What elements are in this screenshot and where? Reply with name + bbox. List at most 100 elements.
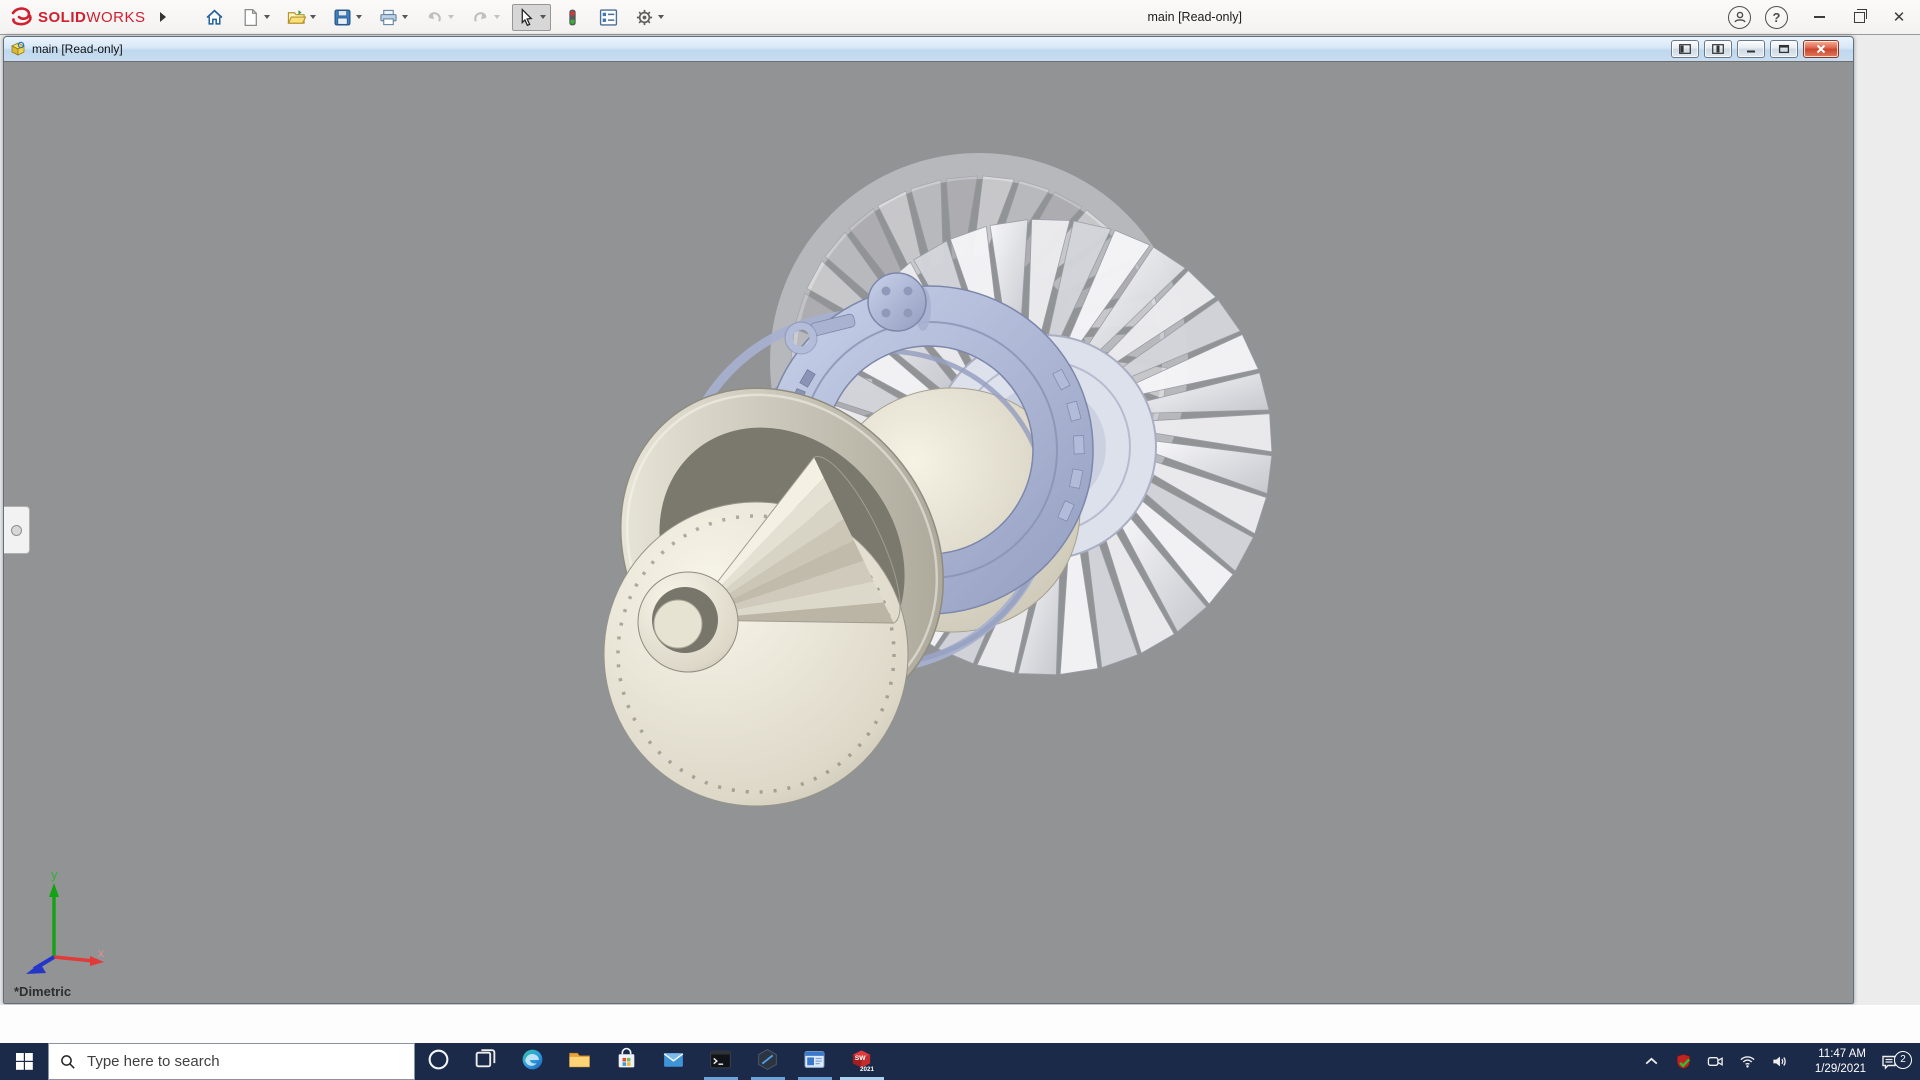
open-icon — [287, 8, 306, 27]
taskbar-blue-window-app-button[interactable] — [791, 1043, 838, 1080]
ds-logo-icon — [11, 7, 32, 26]
wifi-icon[interactable] — [1734, 1053, 1760, 1070]
help-icon: ? — [1772, 9, 1781, 25]
help-button[interactable]: ? — [1765, 5, 1788, 29]
meet-now-icon[interactable] — [1702, 1053, 1728, 1070]
display-settings-icon — [599, 8, 618, 27]
taskbar-cortana-button[interactable] — [415, 1043, 462, 1080]
document-restore-button[interactable] — [1770, 40, 1798, 58]
taskbar-spacer — [885, 1043, 1632, 1080]
taskbar-hexagon-app-button[interactable] — [744, 1043, 791, 1080]
taskbar-task-view-button[interactable] — [462, 1043, 509, 1080]
pane-right-icon — [1712, 44, 1724, 54]
windows-taskbar: SW 2021 11:47 AM 1/29/2021 2 — [0, 1043, 1920, 1080]
jet-engine-model — [603, 153, 1273, 807]
orientation-triad: y x — [26, 867, 104, 974]
taskbar-file-explorer-button[interactable] — [556, 1043, 603, 1080]
save-icon — [333, 8, 352, 27]
new-document-icon — [241, 8, 260, 27]
taskbar-apps: SW 2021 — [415, 1043, 885, 1080]
document-minimize-button[interactable] — [1737, 40, 1765, 58]
cortana-icon — [426, 1047, 451, 1077]
dropdown-arrow-icon[interactable] — [493, 15, 500, 19]
clock-date: 1/29/2021 — [1814, 1062, 1866, 1075]
open-button[interactable] — [282, 4, 321, 31]
dropdown-arrow-icon[interactable] — [263, 15, 270, 19]
display-settings-button[interactable] — [594, 4, 623, 31]
undo-icon — [425, 8, 444, 27]
dropdown-arrow-icon[interactable] — [355, 15, 362, 19]
document-window-controls — [1666, 40, 1847, 58]
edge-icon — [520, 1047, 545, 1077]
notification-badge: 2 — [1894, 1050, 1912, 1069]
graphics-viewport[interactable]: y x *Dimetric — [4, 61, 1853, 1003]
app-close-button[interactable]: ✕ — [1890, 8, 1908, 26]
options-button[interactable] — [630, 4, 669, 31]
featuremanager-collapsed-tab[interactable] — [4, 506, 30, 554]
tray-chevron-icon[interactable] — [1638, 1053, 1664, 1070]
windows-logo-icon — [15, 1053, 33, 1070]
file-explorer-icon — [567, 1047, 592, 1077]
document-close-icon — [1816, 44, 1826, 54]
blue-window-app-icon — [802, 1047, 827, 1077]
triad-y-label: y — [51, 867, 58, 882]
volume-icon[interactable] — [1766, 1053, 1792, 1070]
options-icon — [635, 8, 654, 27]
app-minimize-button[interactable] — [1810, 8, 1828, 26]
document-minimize-icon — [1747, 50, 1755, 53]
taskbar-solidworks-2021-button[interactable]: SW 2021 — [838, 1043, 885, 1080]
home-icon — [205, 8, 224, 27]
account-icon — [1733, 11, 1746, 23]
document-window: main [Read-only] y x *Dimetric — [3, 36, 1854, 1004]
minimize-icon — [1813, 16, 1825, 18]
brand-text: SOLIDWORKS — [38, 8, 146, 26]
action-center-button[interactable]: 2 — [1880, 1050, 1912, 1071]
dropdown-arrow-icon[interactable] — [657, 15, 664, 19]
save-button[interactable] — [328, 4, 367, 31]
taskbar-search[interactable] — [48, 1043, 415, 1080]
dropdown-arrow-icon[interactable] — [401, 15, 408, 19]
toolbar-flyout-arrow-icon[interactable] — [159, 12, 166, 22]
pane-left-button[interactable] — [1671, 40, 1699, 58]
triad-x-label: x — [98, 946, 104, 960]
rebuild-button[interactable] — [558, 4, 587, 31]
dropdown-arrow-icon[interactable] — [447, 15, 454, 19]
close-icon: ✕ — [1892, 8, 1906, 26]
taskbar-command-prompt-button[interactable] — [697, 1043, 744, 1080]
pane-right-button[interactable] — [1704, 40, 1732, 58]
solidworks-status-icon[interactable] — [1670, 1053, 1696, 1070]
mdi-area: main [Read-only] y x *Dimetric — [0, 35, 1920, 1005]
document-titlebar[interactable]: main [Read-only] — [4, 37, 1853, 61]
status-bar — [0, 1005, 1920, 1043]
search-icon — [61, 1054, 75, 1069]
app-restore-button[interactable] — [1850, 8, 1868, 26]
featuremanager-tab-dot-icon — [11, 524, 22, 536]
solidworks-logo: SOLIDWORKS — [0, 7, 146, 27]
redo-icon — [471, 8, 490, 27]
undo-button — [420, 4, 459, 31]
start-button[interactable] — [0, 1043, 48, 1080]
home-button[interactable] — [200, 4, 229, 31]
document-close-button[interactable] — [1803, 40, 1839, 58]
dropdown-arrow-icon[interactable] — [309, 15, 316, 19]
solidworks-2021-icon: SW 2021 — [849, 1047, 874, 1077]
select-icon — [517, 7, 536, 27]
search-input[interactable] — [49, 1043, 414, 1080]
taskbar-clock[interactable]: 11:47 AM 1/29/2021 — [1804, 1047, 1866, 1077]
svg-text:2021: 2021 — [860, 1066, 874, 1072]
taskbar-mail-button[interactable] — [650, 1043, 697, 1080]
select-button[interactable] — [511, 3, 551, 31]
print-icon — [379, 8, 398, 27]
svg-text:SW: SW — [855, 1054, 866, 1061]
print-button[interactable] — [374, 4, 413, 31]
taskbar-store-button[interactable] — [603, 1043, 650, 1080]
account-button[interactable] — [1728, 5, 1751, 29]
restore-icon — [1853, 8, 1867, 23]
dropdown-arrow-icon[interactable] — [539, 15, 546, 19]
assembly-document-icon — [11, 41, 25, 56]
task-view-icon — [473, 1047, 498, 1077]
new-document-button[interactable] — [236, 4, 275, 31]
redo-button — [466, 4, 505, 31]
taskbar-edge-button[interactable] — [509, 1043, 556, 1080]
quick-access-toolbar — [200, 3, 676, 31]
